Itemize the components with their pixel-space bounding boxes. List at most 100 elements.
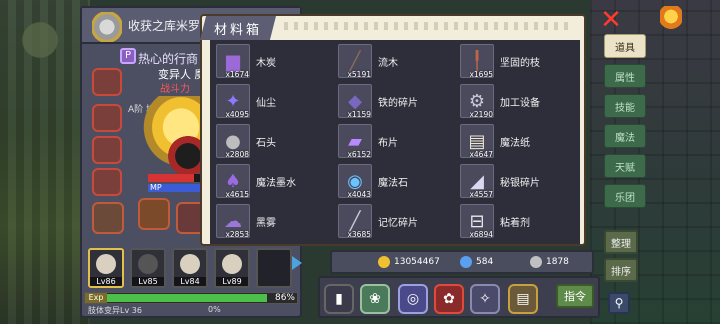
scroll-icon[interactable] [92, 136, 122, 164]
material-item[interactable]: ╱ x5191 流木 [338, 44, 456, 79]
material-quantity: x1674 [225, 70, 249, 79]
party-next-arrow-icon[interactable] [292, 256, 302, 270]
gem-resource: 584 [460, 256, 493, 268]
orb-icon[interactable]: ◎ [398, 284, 428, 314]
material-name: 石头 [256, 138, 276, 149]
material-item[interactable]: ☁ x2853 黑雾 [216, 204, 334, 239]
power-label: 战斗力 [160, 84, 190, 95]
material-name: 记忆碎片 [378, 218, 418, 229]
material-name: 木炭 [256, 58, 276, 69]
avatar [96, 254, 116, 274]
material-item[interactable]: ◉ x4043 魔法石 [338, 164, 456, 199]
material-item[interactable]: ● x2808 石头 [216, 124, 334, 159]
party-member-3[interactable]: Lv84 [172, 248, 208, 288]
gem-amount: 584 [476, 257, 494, 267]
headphone-icon[interactable] [92, 68, 122, 96]
exp-percent: 86% [274, 293, 295, 303]
material-name: 仙尘 [256, 98, 276, 109]
material-name: 粘着剂 [500, 218, 530, 229]
party-member-4[interactable]: Lv89 [214, 248, 250, 288]
silver-amount: 1878 [546, 257, 569, 267]
gold-resource: 13054467 [378, 256, 440, 268]
material-quantity: x6894 [469, 230, 493, 239]
material-quantity: x3685 [347, 230, 371, 239]
material-quantity: x4095 [225, 110, 249, 119]
material-quantity: x6152 [347, 150, 371, 159]
party-level: Lv86 [90, 277, 122, 286]
material-quantity: x4647 [469, 150, 493, 159]
material-quantity: x4615 [225, 190, 249, 199]
search-icon[interactable]: ⚲ [608, 292, 630, 314]
tab-4[interactable]: 天赋 [604, 154, 646, 178]
chair-icon[interactable] [92, 168, 122, 196]
silver-resource: 1878 [530, 256, 569, 268]
material-quantity: x2190 [469, 110, 493, 119]
tab-5[interactable]: 乐团 [604, 184, 646, 208]
party-level: Lv84 [174, 277, 206, 286]
tab-3[interactable]: 魔法 [604, 124, 646, 148]
sort-button[interactable]: 整理 [604, 230, 638, 254]
material-item[interactable]: ◢ x4557 秘银碎片 [460, 164, 578, 199]
material-item[interactable]: ▰ x6152 布片 [338, 124, 456, 159]
material-item[interactable]: ✦ x4095 仙尘 [216, 84, 334, 119]
command-button[interactable]: 指令 [556, 284, 594, 308]
tree-decoration [8, 10, 72, 70]
material-quantity: x1159 [347, 110, 371, 119]
material-quantity: x2853 [225, 230, 249, 239]
paw-icon[interactable]: ❀ [360, 284, 390, 314]
rune-icon[interactable]: ✧ [470, 284, 500, 314]
material-item[interactable]: ╿ x1695 坚固的枝 [460, 44, 578, 79]
tab-0[interactable]: 道具 [604, 34, 646, 58]
party-level: Lv85 [132, 277, 164, 286]
material-name: 魔法墨水 [256, 178, 296, 189]
gold-coin-icon [378, 256, 390, 268]
material-name: 魔法纸 [500, 138, 530, 149]
close-button[interactable]: ✕ [598, 7, 624, 34]
material-item[interactable]: ▆ x1674 木炭 [216, 44, 334, 79]
party-empty-slot[interactable] [256, 248, 292, 288]
material-name: 布片 [378, 138, 398, 149]
avatar [180, 254, 200, 274]
gem-icon [460, 256, 472, 268]
material-item[interactable]: ⊟ x6894 粘着剂 [460, 204, 578, 239]
ranking-icon[interactable]: ▮ [324, 284, 354, 314]
mask-icon[interactable] [92, 104, 122, 132]
mutation-percent: 0% [208, 305, 221, 314]
tab-1[interactable]: 属性 [604, 64, 646, 88]
tab-2[interactable]: 技能 [604, 94, 646, 118]
material-name: 加工设备 [500, 98, 540, 109]
material-quantity: x5191 [347, 70, 371, 79]
mp-label: MP [150, 183, 162, 192]
order-button[interactable]: 排序 [604, 258, 638, 282]
equip-slot-weapon[interactable] [138, 198, 170, 230]
material-item[interactable]: ▤ x4647 魔法纸 [460, 124, 578, 159]
material-item[interactable]: ♠ x4615 魔法墨水 [216, 164, 334, 199]
emblem-icon [92, 12, 122, 42]
material-name: 流木 [378, 58, 398, 69]
material-name: 魔法石 [378, 178, 408, 189]
equip-slot-hand[interactable] [92, 202, 124, 234]
silver-coin-icon [530, 256, 542, 268]
torch-icon [660, 6, 682, 36]
scroll-skill-icon[interactable]: ▤ [508, 284, 538, 314]
material-box-title: 材料箱 [200, 16, 276, 40]
material-item[interactable]: ⚙ x2190 加工设备 [460, 84, 578, 119]
material-item[interactable]: ╱ x3685 记忆碎片 [338, 204, 456, 239]
title-decoration [284, 22, 574, 30]
resource-bar: 13054467 584 1878 [330, 250, 594, 274]
party-member-2[interactable]: Lv85 [130, 248, 166, 288]
mutation-bar: 肢体变异Lv 36 0% [84, 305, 298, 315]
gold-amount: 13054467 [394, 257, 440, 267]
material-quantity: x4557 [469, 190, 493, 199]
material-name: 黑雾 [256, 218, 276, 229]
character-name: 收获之库米罗 [128, 19, 201, 33]
party-member-1[interactable]: Lv86 [88, 248, 124, 288]
material-grid-container[interactable]: ▆ x1674 木炭 ╱ x5191 流木 ╿ x1695 坚固的枝 ✦ x4095 仙尘 ◆ x1159… [210, 40, 580, 244]
avatar [138, 254, 158, 274]
material-name: 坚固的枝 [500, 58, 540, 69]
material-quantity: x4043 [347, 190, 371, 199]
character-trait: 热心的行商 [138, 52, 199, 66]
material-item[interactable]: ◆ x1159 铁的碎片 [338, 84, 456, 119]
nature-icon[interactable]: ✿ [434, 284, 464, 314]
exp-fill [107, 294, 267, 302]
